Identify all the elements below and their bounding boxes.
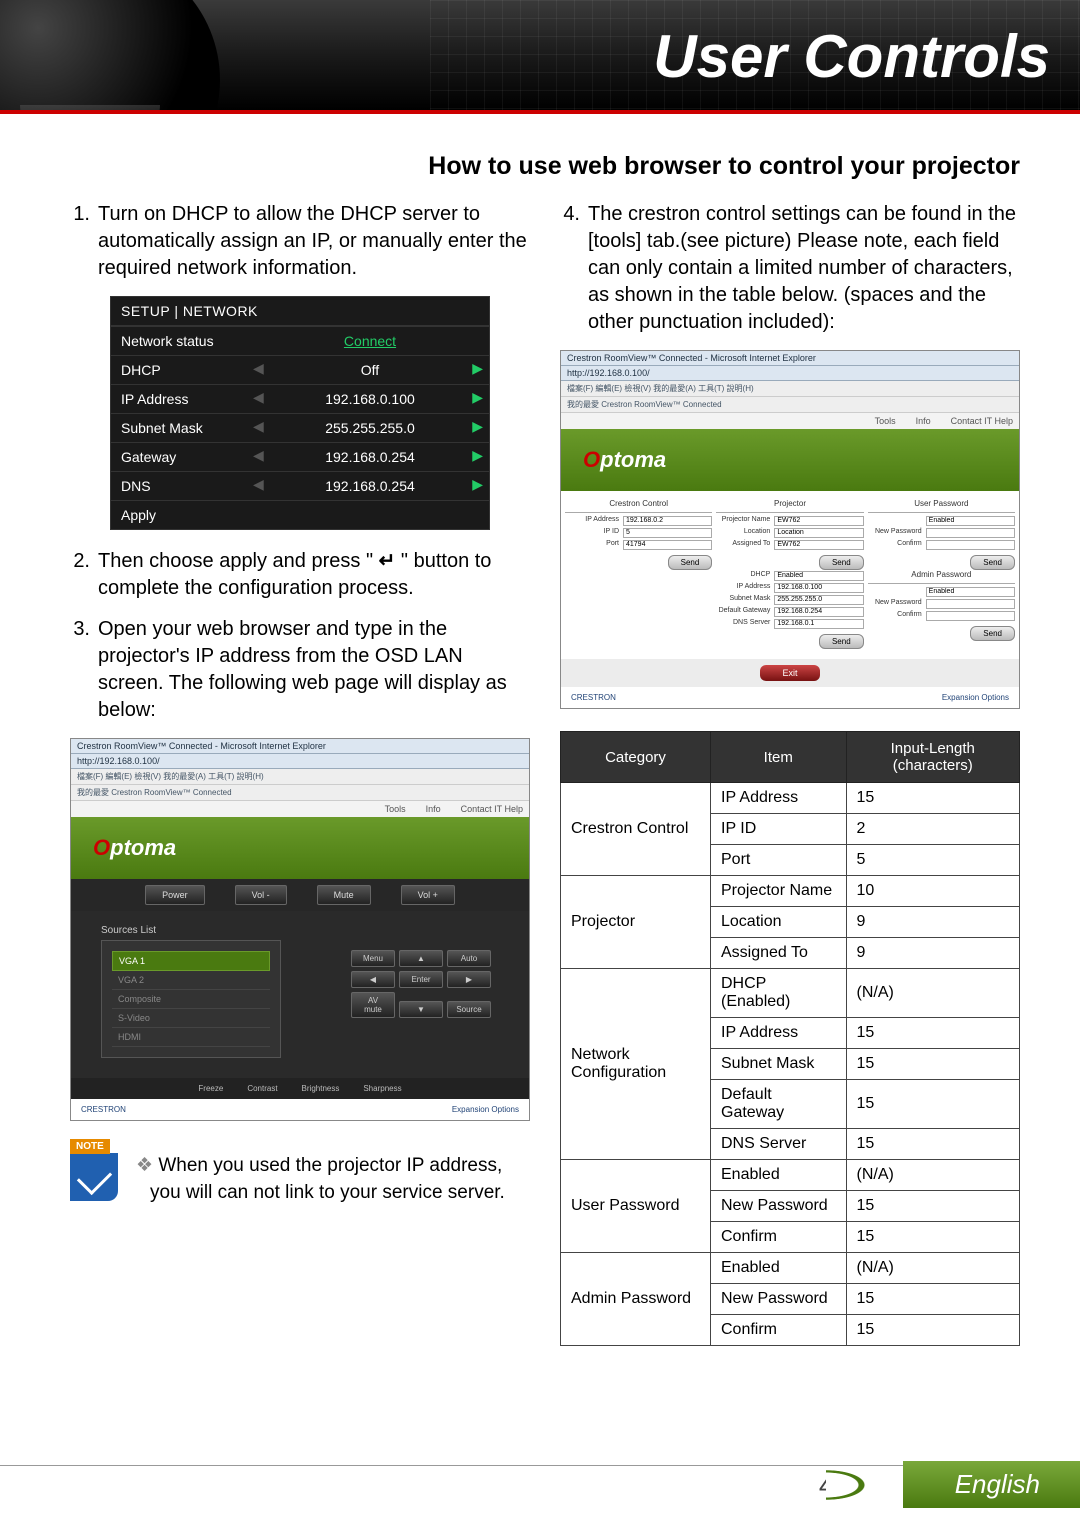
osd-apply: Apply: [111, 500, 489, 529]
step-3: 3. Open your web browser and type in the…: [70, 616, 530, 724]
ie-addressbar: http://192.168.0.100/: [71, 754, 529, 769]
rv-body: Sources List VGA 1 VGA 2 Composite S-Vid…: [71, 911, 529, 1078]
step-2: 2. Then choose apply and press " ↵ " but…: [70, 548, 530, 602]
footer-language: English: [903, 1461, 1080, 1508]
step-4-text: The crestron control settings can be fou…: [588, 201, 1020, 336]
step-2-text: Then choose apply and press " ↵ " button…: [98, 548, 530, 602]
section-title: How to use web browser to control your p…: [70, 152, 1020, 181]
crestron-logo: CRESTRON: [81, 1105, 126, 1114]
rv-control-pad: Menu▲Auto ◀Enter▶ AV mute▼Source: [349, 948, 499, 1020]
rv-topbuttons: Power Vol - Mute Vol +: [71, 879, 529, 911]
header-title: User Controls: [653, 22, 1050, 91]
rv-sliders: Freeze Contrast Brightness Sharpness: [71, 1078, 529, 1099]
rv-sources-list: VGA 1 VGA 2 Composite S-Video HDMI: [101, 940, 281, 1058]
step-1-text: Turn on DHCP to allow the DHCP server to…: [98, 201, 530, 282]
roomview-screenshot: Crestron RoomView™ Connected - Microsoft…: [70, 738, 530, 1121]
osd-setup-network: SETUP | NETWORK Network statusConnect DH…: [110, 296, 490, 530]
ie-menubar: 檔案(F) 編輯(E) 檢視(V) 我的最愛(A) 工具(T) 說明(H): [71, 769, 529, 785]
step-3-text: Open your web browser and type in the pr…: [98, 616, 530, 724]
note-check-icon: NOTE: [70, 1153, 118, 1201]
rv-brandbar: Optoma: [71, 817, 529, 879]
tools-exit-button: Exit: [760, 665, 819, 681]
page-footer: 43 English: [0, 1462, 1080, 1508]
ie-favorites: 我的最愛 Crestron RoomView™ Connected: [71, 785, 529, 801]
note-tag: NOTE: [70, 1139, 110, 1154]
optoma-logo: Optoma: [93, 835, 176, 861]
osd-header: SETUP | NETWORK: [111, 297, 489, 326]
tools-screenshot: Crestron RoomView™ Connected - Microsoft…: [560, 350, 1020, 709]
enter-key-icon: ↵: [379, 548, 396, 575]
footer-arc: [826, 1462, 886, 1508]
note-block: NOTE When you used the projector IP addr…: [70, 1153, 530, 1206]
ie-titlebar: Crestron RoomView™ Connected - Microsoft…: [71, 739, 529, 754]
step-1: 1. Turn on DHCP to allow the DHCP server…: [70, 201, 530, 282]
page-header: User Controls: [0, 0, 1080, 110]
rv-footer: CRESTRON Expansion Options: [71, 1099, 529, 1120]
step-4: 4. The crestron control settings can be …: [560, 201, 1020, 336]
rv-topbar: Tools Info Contact IT Help: [71, 801, 529, 817]
input-length-table: Category Item Input-Length (characters) …: [560, 731, 1020, 1346]
note-text: When you used the projector IP address, …: [136, 1153, 530, 1206]
